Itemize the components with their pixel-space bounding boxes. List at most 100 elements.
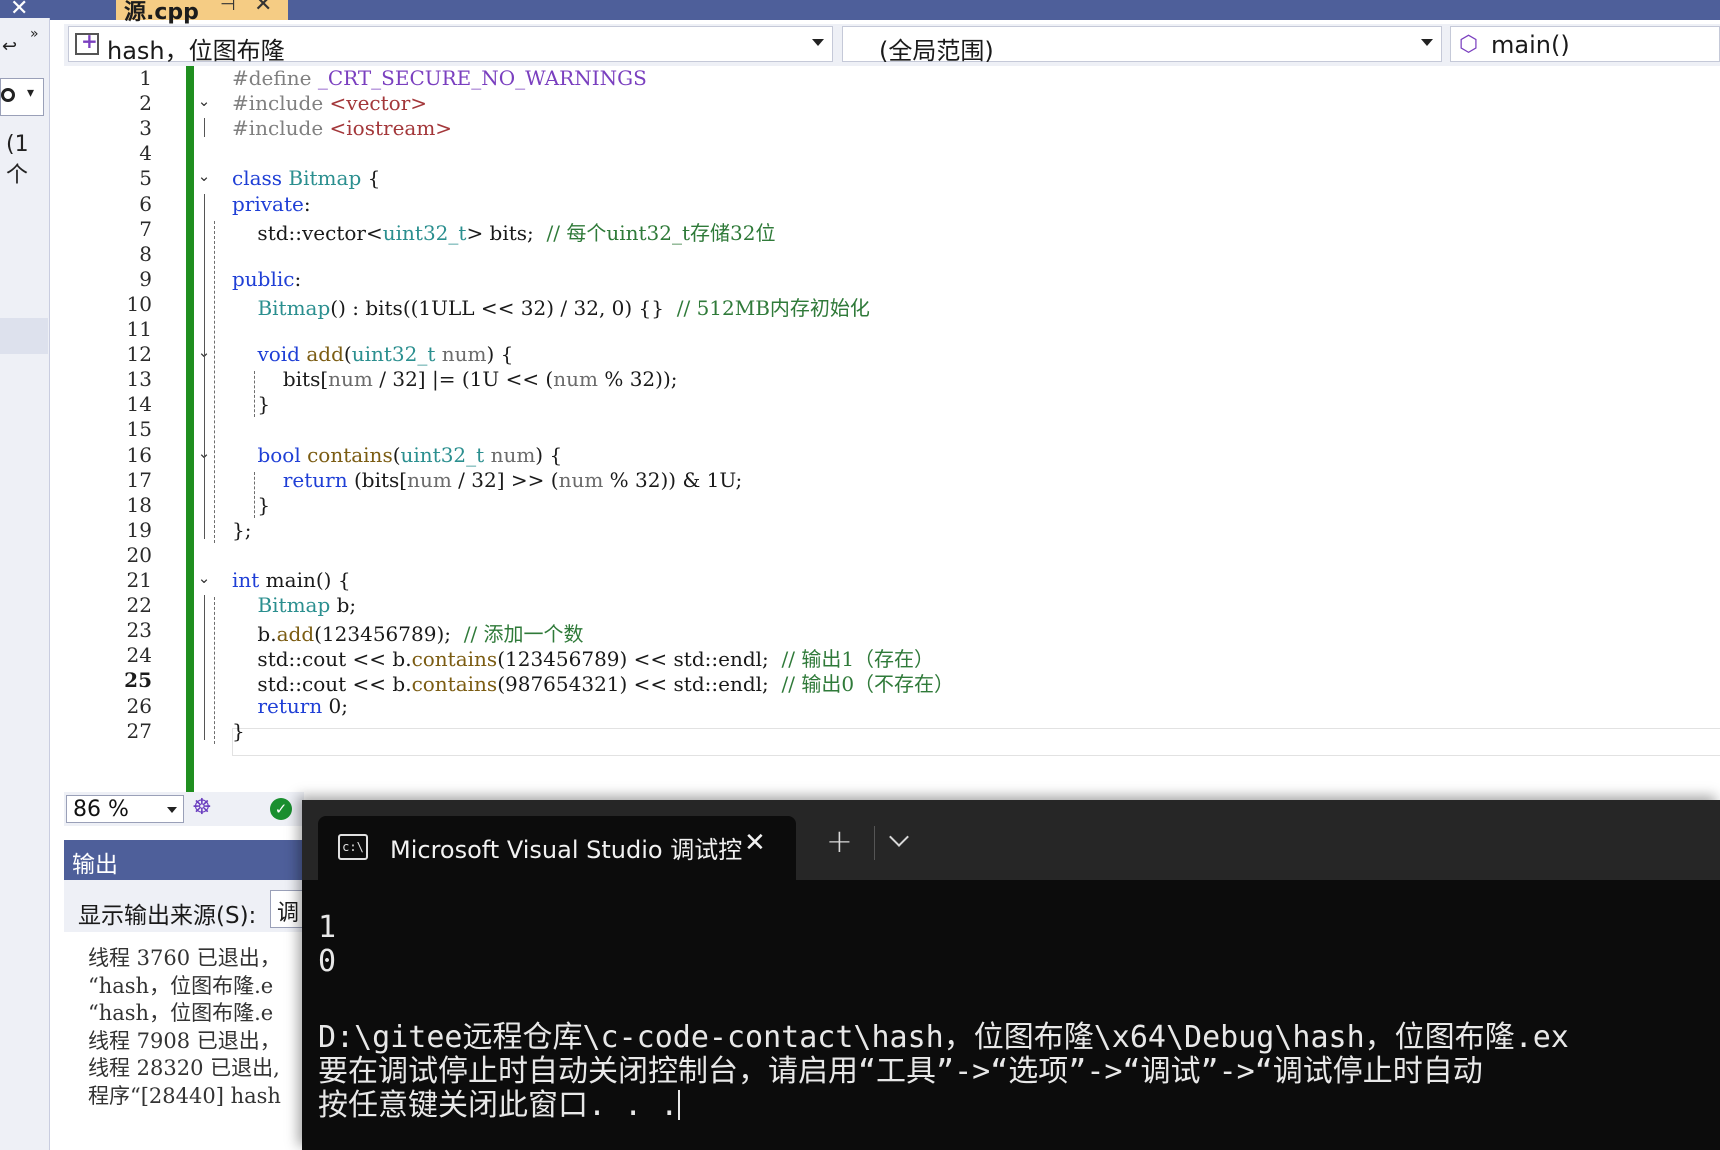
chevron-down-icon[interactable] (167, 807, 177, 813)
code-line[interactable]: } (232, 719, 245, 743)
code-line[interactable]: private: (232, 192, 311, 216)
indent-guide (214, 597, 215, 744)
line-number: 15 (126, 417, 152, 442)
code-line[interactable]: bool contains(uint32_t num) { (232, 443, 562, 467)
chevron-down-icon[interactable] (1421, 39, 1433, 46)
text-cursor (678, 1090, 681, 1120)
chevron-down-icon[interactable]: ▾ (27, 85, 34, 101)
copilot-icon[interactable]: ☸ (192, 795, 212, 820)
output-line: 线程 28320 已退出, (88, 1056, 280, 1080)
terminal-titlebar: c:\ Microsoft Visual Studio 调试控 ✕ + (302, 800, 1720, 880)
code-line[interactable]: return 0; (232, 694, 348, 718)
line-number: 19 (126, 517, 152, 542)
fold-toggle-icon[interactable]: ⌄ (196, 569, 212, 587)
line-number: 11 (126, 317, 152, 341)
output-source-label: 显示输出来源(S): (78, 903, 257, 929)
output-title: 输出 (72, 852, 118, 878)
debug-console-window[interactable]: c:\ Microsoft Visual Studio 调试控 ✕ + 1 0 D:… (302, 800, 1720, 1150)
code-line[interactable]: #include <vector> (232, 91, 427, 115)
close-icon[interactable]: ✕ (744, 828, 766, 858)
code-line[interactable]: return (bits[num / 32] >> (num % 32)) & … (232, 468, 742, 492)
overflow-chevron-icon[interactable]: » (30, 26, 39, 42)
line-number: 14 (126, 392, 152, 417)
code-line[interactable]: Bitmap b; (232, 593, 356, 617)
line-number: 3 (139, 116, 152, 141)
code-line[interactable]: void add(uint32_t num) { (232, 342, 513, 366)
fold-toggle-icon[interactable]: ⌄ (196, 167, 212, 185)
output-text-area[interactable]: 线程 3760 已退出， “hash，位图布隆.e “hash，位图布隆.e 线程 7… (64, 932, 324, 1150)
terminal-line: 按任意键关闭此窗口. . . (318, 1088, 681, 1123)
terminal-tab[interactable]: c:\ Microsoft Visual Studio 调试控 ✕ (318, 816, 796, 880)
zoom-dropdown[interactable]: 86 % (66, 795, 184, 823)
output-source-value: 调 (277, 901, 300, 926)
tab-source-file[interactable]: 源.cpp ⊣ ✕ (116, 0, 288, 25)
code-editor[interactable]: 1 2 3 4 5 6 7 8 9 10 11 12 13 14 15 16 17 18 19 20 21 22 23 24 2… (64, 66, 1720, 792)
function-name: main() (1491, 31, 1570, 59)
function-dropdown[interactable]: ⬡ main() (1450, 26, 1720, 62)
output-panel: 输出 显示输出来源(S): 调 线程 3760 已退出， “hash，位图布隆.e… (64, 840, 324, 1150)
line-number: 24 (126, 643, 152, 668)
line-number: 20 (126, 542, 152, 567)
line-number: 7 (139, 216, 152, 241)
sync-arrow-icon[interactable]: ↩ (2, 36, 17, 57)
zoom-level: 86 % (73, 797, 129, 822)
line-number: 23 (126, 618, 152, 643)
code-line[interactable]: } (232, 493, 270, 517)
console-icon: c:\ (338, 834, 368, 860)
terminal-line: 1 (318, 910, 337, 945)
code-line[interactable]: class Bitmap { (232, 166, 380, 190)
indent-guide (214, 220, 215, 543)
code-line[interactable]: Bitmap() : bits((1ULL << 32) / 32, 0) {}… (232, 292, 869, 321)
line-number: 10 (126, 291, 152, 316)
document-tab-strip: 源.cpp ⊣ ✕ (50, 0, 1720, 25)
terminal-line: 0 (318, 944, 337, 979)
project-icon (75, 29, 99, 55)
close-tab-icon[interactable]: ✕ (254, 0, 272, 17)
output-line: 程序“[28440] hash (88, 1083, 281, 1108)
fold-range-line (204, 469, 205, 514)
line-number-gutter: 1 2 3 4 5 6 7 8 9 10 11 12 13 14 15 16 17 18 19 20 21 22 23 24 2… (64, 66, 174, 792)
code-line[interactable]: #define _CRT_SECURE_NO_WARNINGS (232, 66, 647, 90)
code-line[interactable]: bits[num / 32] |= (1U << (num % 32)); (232, 367, 678, 391)
project-name: hash，位图布隆 (107, 37, 285, 65)
code-line[interactable]: }; (232, 518, 251, 542)
editor-status-strip: 86 % ☸ ✓ (64, 792, 304, 826)
line-number: 27 (126, 718, 152, 743)
search-icon (1, 88, 15, 102)
line-number: 16 (126, 442, 152, 467)
project-dropdown[interactable]: hash，位图布隆 (68, 26, 833, 65)
code-line[interactable]: } (232, 392, 270, 416)
output-line: “hash，位图布隆.e (88, 973, 274, 998)
chevron-down-icon[interactable] (889, 827, 909, 847)
indent-guide (254, 371, 255, 418)
fold-range-line (204, 369, 205, 414)
line-number: 21 (126, 568, 152, 592)
code-line[interactable]: int main() { (232, 568, 351, 592)
solution-search-box[interactable]: ▾ (0, 78, 44, 116)
code-line[interactable]: public: (232, 267, 301, 291)
chevron-down-icon[interactable] (812, 39, 824, 46)
output-panel-header: 输出 (64, 840, 324, 880)
fold-toggle-icon[interactable]: ⌄ (196, 92, 212, 110)
line-number: 26 (126, 693, 152, 718)
fold-range-line (204, 595, 205, 740)
code-line[interactable]: std::vector<uint32_t> bits; // 每个uint32_… (232, 217, 775, 246)
line-number: 9 (139, 266, 152, 291)
line-number: 6 (139, 191, 152, 216)
tab-title: 源.cpp (124, 0, 199, 25)
code-line[interactable]: #include <iostream> (232, 116, 452, 140)
new-tab-button[interactable]: + (826, 822, 853, 860)
line-number: 5 (139, 166, 152, 191)
cube-icon: ⬡ (1459, 32, 1479, 57)
solution-explorer-panel: ✕ ↩ » ▾ (1 个 (0, 0, 50, 1150)
no-issues-check-icon[interactable]: ✓ (270, 798, 292, 820)
output-line: 线程 7908 已退出， (88, 1028, 281, 1053)
solution-item-count: (1 个 (6, 132, 29, 188)
scope-dropdown[interactable]: (全局范围) (842, 26, 1442, 65)
line-number: 12 (126, 342, 152, 367)
selected-tree-item[interactable] (0, 318, 48, 354)
change-tracking-bar (186, 66, 194, 792)
close-icon[interactable]: ✕ (10, 0, 28, 21)
pin-icon[interactable]: ⊣ (220, 0, 236, 15)
line-number: 22 (126, 593, 152, 618)
